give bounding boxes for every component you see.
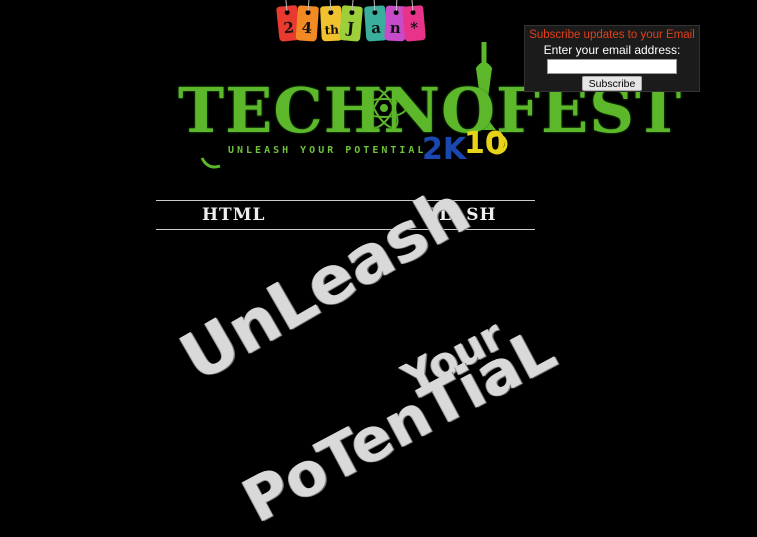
email-label: Enter your email address: (543, 43, 681, 57)
date-tag-4: J (338, 5, 363, 42)
main-nav: HTML FLASH (156, 200, 535, 230)
date-tag-2: 4 (295, 5, 319, 42)
technofest-logo: TECHNOFEST UNLEASH YOUR POTENTIAL 2K 10 (172, 38, 681, 178)
logo-year-10: 10 (464, 126, 506, 161)
date-tag-7: * (402, 5, 427, 42)
email-input[interactable] (547, 59, 677, 74)
logo-year-2k: 2K (422, 132, 467, 167)
nav-link-html[interactable]: HTML (202, 205, 265, 225)
logo-tagline: UNLEASH YOUR POTENTIAL (228, 145, 427, 156)
subscribe-box: Subscribe updates to your Email Enter yo… (524, 25, 700, 92)
subscribe-title: Subscribe updates to your Email (529, 29, 695, 41)
subscribe-button[interactable]: Subscribe (581, 76, 643, 91)
